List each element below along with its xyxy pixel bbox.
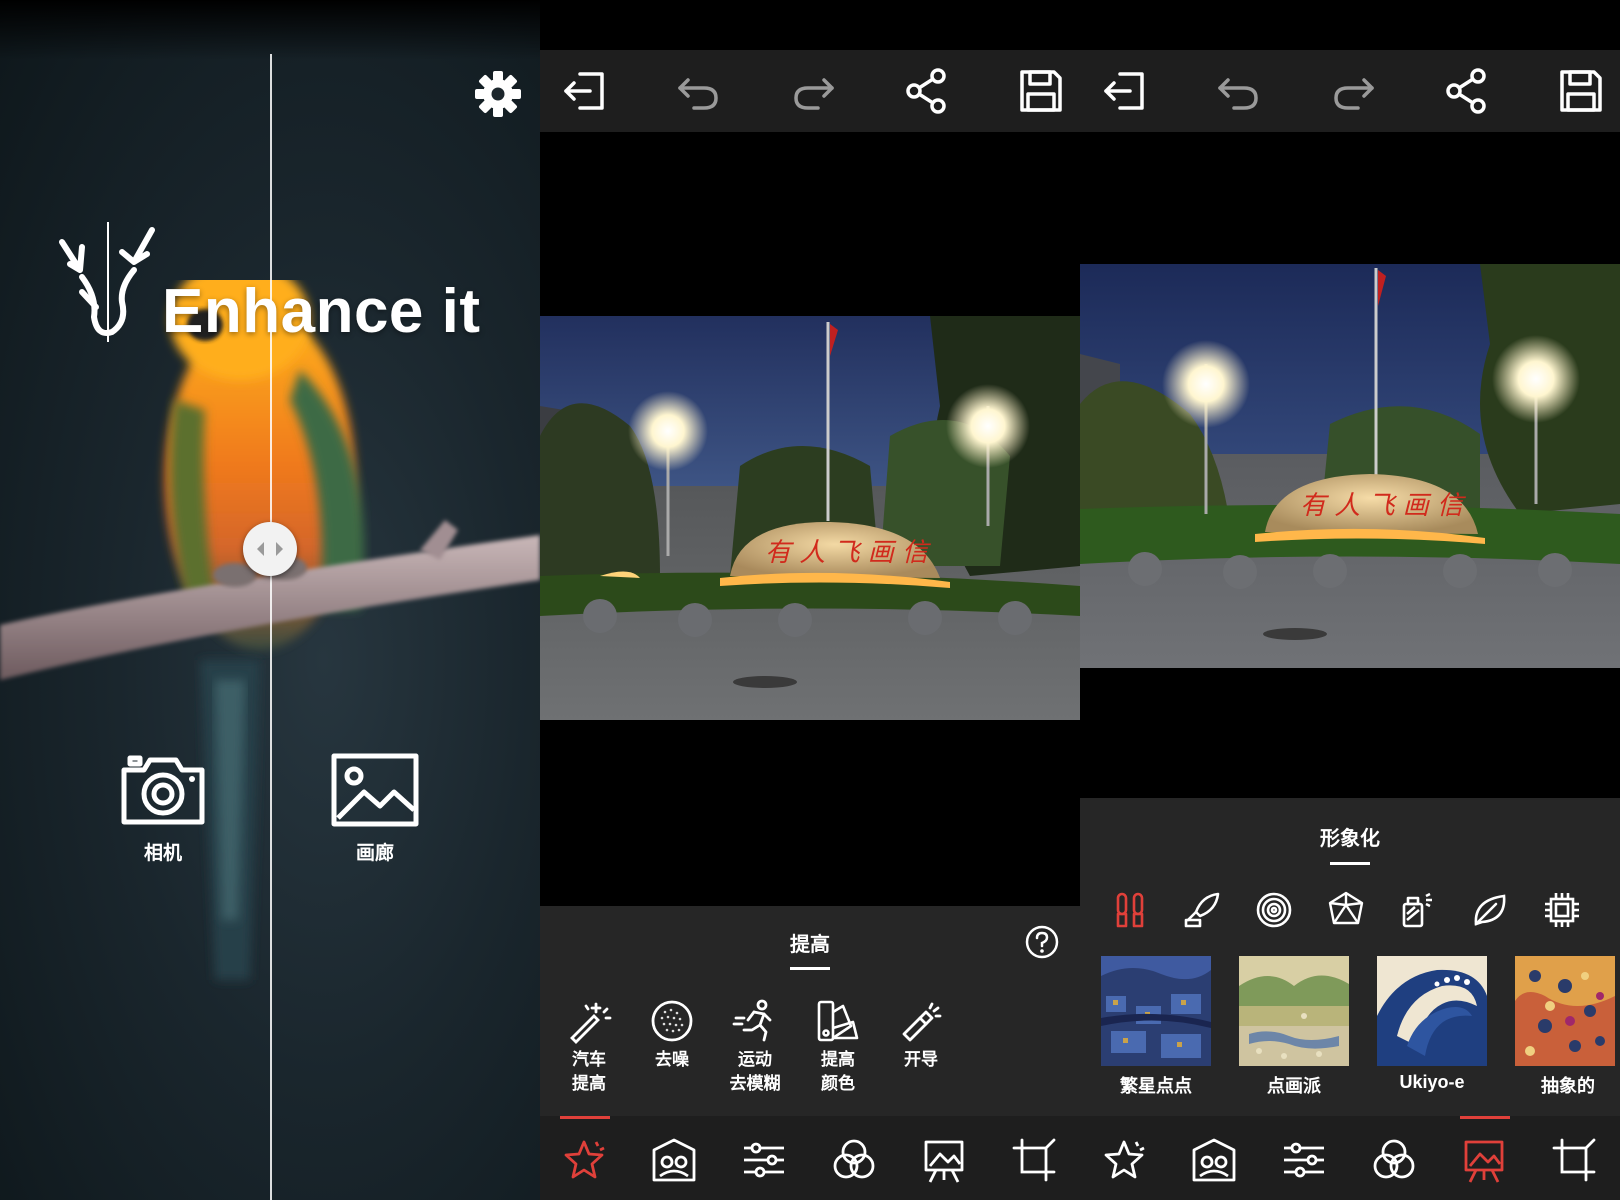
color-circles-icon[interactable]	[1370, 1136, 1418, 1184]
quill-icon[interactable]	[1182, 890, 1222, 930]
night-plaza-photo: 有 人 飞 画 信	[1080, 264, 1620, 668]
gallery-icon	[331, 753, 419, 827]
app-brand-title: Enhance it	[162, 277, 481, 346]
share-icon[interactable]	[1442, 66, 1492, 116]
tool-label-line2: 提高	[572, 1074, 606, 1093]
tool-motion-deblur[interactable]: 运动 去模糊	[713, 998, 797, 1096]
tool-denoise[interactable]: 去噪	[630, 998, 714, 1072]
enhance-star-icon[interactable]	[560, 1136, 608, 1184]
redo-icon[interactable]	[788, 66, 838, 116]
style-label: Ukiyo-e	[1399, 1072, 1465, 1092]
style-label: 点画派	[1267, 1076, 1321, 1096]
night-plaza-photo: 有 人 飞 画 信	[540, 316, 1080, 720]
leaf-icon[interactable]	[1470, 890, 1510, 930]
spray-can-icon[interactable]	[1398, 890, 1438, 930]
tool-auto-enhance[interactable]: 汽车 提高	[547, 998, 631, 1096]
undo-icon[interactable]	[674, 66, 724, 116]
style-label: 抽象的	[1541, 1076, 1595, 1096]
camera-label: 相机	[143, 843, 182, 864]
portrait-icon[interactable]	[650, 1136, 698, 1184]
stylized-photo[interactable]: 有 人 飞 画 信	[1080, 264, 1620, 668]
camera-icon	[121, 755, 205, 825]
color-circles-icon[interactable]	[830, 1136, 878, 1184]
chip-icon[interactable]	[1542, 890, 1582, 930]
active-tab-indicator	[560, 1116, 610, 1119]
exit-icon[interactable]	[560, 66, 610, 116]
enhance-sheet-title-underline	[790, 967, 830, 970]
sliders-icon[interactable]	[1280, 1136, 1328, 1184]
bottom-nav-stylize	[1080, 1116, 1620, 1200]
style-thumb-pointillism[interactable]	[1239, 956, 1349, 1066]
gallery-button[interactable]: 画廊	[320, 752, 430, 865]
home-screen: Enhance it 相机 画廊	[0, 0, 540, 1200]
tool-label-line1: 去噪	[655, 1050, 689, 1069]
stylize-sheet-title-underline	[1330, 862, 1370, 865]
share-icon[interactable]	[902, 66, 952, 116]
rock-inscription: 有 人 飞 画 信	[1300, 491, 1467, 521]
portrait-icon[interactable]	[1190, 1136, 1238, 1184]
redo-icon[interactable]	[1328, 66, 1378, 116]
style-thumb-starry-night[interactable]	[1101, 956, 1211, 1066]
color-swatch-icon	[817, 1000, 859, 1042]
rock-inscription: 有 人 飞 画 信	[765, 538, 932, 568]
compare-slider-handle[interactable]	[243, 522, 297, 576]
bottom-nav-enhance	[540, 1116, 1080, 1200]
tool-label-line1: 汽车	[572, 1050, 606, 1069]
tool-label-line1: 开导	[904, 1050, 938, 1069]
noise-circle-icon	[651, 1000, 693, 1042]
undo-icon[interactable]	[1214, 66, 1264, 116]
style-thumb-ukiyo-e[interactable]	[1377, 956, 1487, 1066]
left-right-arrows-icon	[257, 542, 283, 556]
running-person-icon	[732, 999, 772, 1042]
polyhedron-icon[interactable]	[1326, 890, 1366, 930]
tool-label-line2: 去模糊	[729, 1074, 781, 1093]
top-fade	[0, 0, 540, 60]
enhance-sheet-title: 提高	[790, 934, 830, 956]
style-label: 繁星点点	[1120, 1076, 1192, 1096]
deer-antler-logo	[59, 222, 155, 342]
compare-split-line[interactable]	[270, 54, 272, 1200]
crop-icon[interactable]	[1550, 1136, 1598, 1184]
style-thumb-abstract[interactable]	[1515, 956, 1615, 1066]
help-circle-icon[interactable]	[1024, 924, 1060, 960]
stylize-sheet-title: 形象化	[1320, 828, 1380, 850]
exit-icon[interactable]	[1100, 66, 1150, 116]
tool-enhance-color[interactable]: 提高 颜色	[796, 998, 880, 1096]
swirl-circle-icon[interactable]	[1254, 890, 1294, 930]
stylize-easel-icon[interactable]	[1460, 1136, 1508, 1184]
gallery-label: 画廊	[355, 843, 394, 864]
editor-toolbar-enhance	[540, 50, 1080, 132]
tool-lighten[interactable]: 开导	[879, 998, 963, 1072]
magic-wand-icon	[570, 1002, 612, 1044]
edited-photo[interactable]: 有 人 飞 画 信	[540, 316, 1080, 720]
tool-label-line1: 运动	[738, 1050, 772, 1069]
flashlight-icon	[902, 1002, 942, 1042]
sliders-icon[interactable]	[740, 1136, 788, 1184]
save-icon[interactable]	[1016, 66, 1066, 116]
paintbrushes-icon[interactable]	[1110, 890, 1150, 930]
gear-icon[interactable]	[472, 68, 524, 120]
crop-icon[interactable]	[1010, 1136, 1058, 1184]
stylize-easel-icon[interactable]	[920, 1136, 968, 1184]
enhance-star-icon[interactable]	[1100, 1136, 1148, 1184]
tool-label-line2: 颜色	[821, 1074, 855, 1093]
camera-button[interactable]: 相机	[108, 752, 218, 865]
save-icon[interactable]	[1556, 66, 1606, 116]
active-tab-indicator	[1460, 1116, 1510, 1119]
tool-label-line1: 提高	[821, 1050, 855, 1069]
editor-toolbar-stylize	[1080, 50, 1620, 132]
